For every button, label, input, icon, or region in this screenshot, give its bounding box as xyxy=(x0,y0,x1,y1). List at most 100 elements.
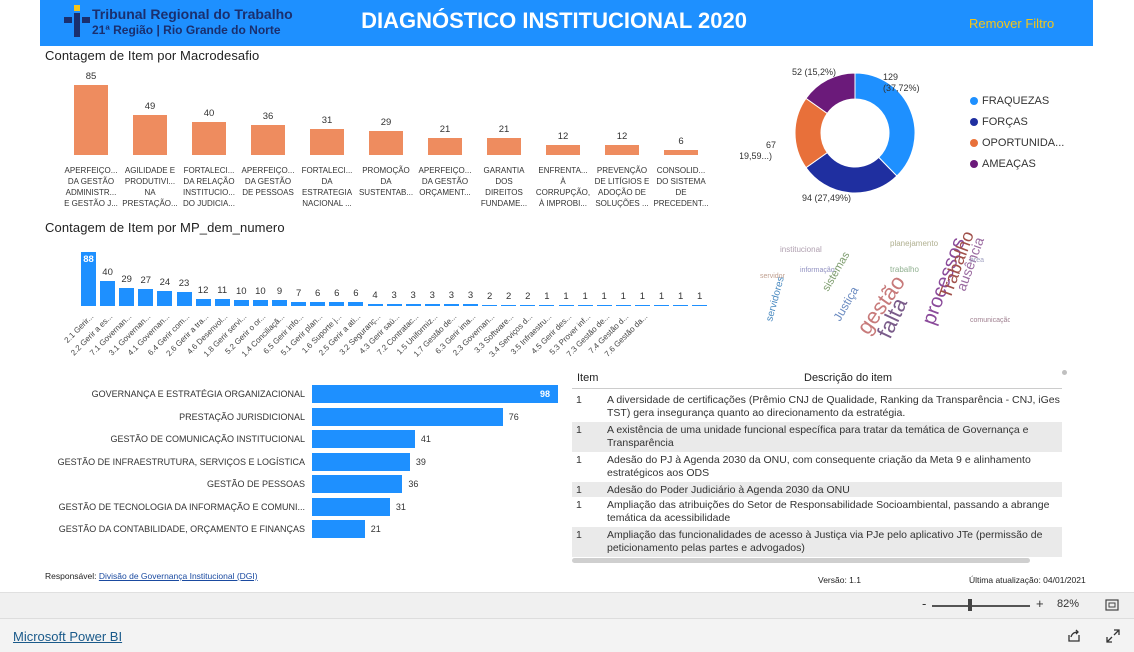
area-bar[interactable] xyxy=(312,520,365,538)
macro-bar[interactable] xyxy=(487,137,521,155)
area-label: GESTÃO DA CONTABILIDADE, ORÇAMENTO E FIN… xyxy=(58,524,305,534)
powerbi-link[interactable]: Microsoft Power BI xyxy=(13,629,122,644)
legend-item[interactable]: OPORTUNIDA... xyxy=(970,137,1064,149)
table-row[interactable]: 1 A diversidade de certificações (Prêmio … xyxy=(572,392,1062,422)
macro-bar[interactable] xyxy=(546,145,580,155)
fullscreen-icon[interactable] xyxy=(1106,629,1120,643)
table-header-item[interactable]: Item xyxy=(577,372,598,384)
table-row[interactable]: 1 Adesão do PJ à Agenda 2030 da ONU, com … xyxy=(572,452,1062,482)
table-cell-desc: A existência de uma unidade funcional es… xyxy=(607,424,1029,449)
macro-bar-value: 85 xyxy=(85,71,97,82)
mp-bar[interactable] xyxy=(634,304,650,306)
mp-bar[interactable] xyxy=(463,304,478,306)
mp-bar[interactable] xyxy=(252,299,268,306)
table-cell-desc: Adesão do PJ à Agenda 2030 da ONU, com c… xyxy=(607,454,1031,479)
area-bar[interactable] xyxy=(312,497,390,516)
area-bar[interactable] xyxy=(312,452,410,471)
mp-bar[interactable] xyxy=(615,304,631,306)
table-cell-item: 1 xyxy=(576,394,582,406)
macro-bar[interactable] xyxy=(428,137,462,155)
zoom-slider-handle[interactable] xyxy=(968,599,972,611)
mp-bar[interactable] xyxy=(291,301,307,306)
table-row[interactable]: 1 Ampliação das atribuições do Setor de R… xyxy=(572,497,1062,527)
macro-bar-value: 12 xyxy=(616,131,628,143)
table-horizontal-scrollbar[interactable] xyxy=(572,558,1030,563)
mp-bar[interactable] xyxy=(386,304,402,306)
area-label: GESTÃO DE TECNOLOGIA DA INFORMAÇÃO E COM… xyxy=(58,501,305,512)
mp-bar[interactable] xyxy=(539,304,555,306)
table-cell-desc: Ampliação das atribuições do Setor de Re… xyxy=(607,499,1050,524)
mp-bar[interactable] xyxy=(348,302,364,306)
responsavel-text: Responsável: Divisão de Governança Insti… xyxy=(45,571,258,581)
remove-filter-button[interactable]: Remover Filtro xyxy=(969,16,1054,31)
macro-bar[interactable] xyxy=(133,114,167,155)
zoom-out-button[interactable]: - xyxy=(922,596,926,611)
wordcloud-word: área xyxy=(970,257,984,264)
area-bar[interactable] xyxy=(312,475,403,493)
macro-bar[interactable] xyxy=(192,122,226,155)
legend-item[interactable]: AMEAÇAS xyxy=(970,158,1036,170)
mp-bar[interactable] xyxy=(214,299,230,306)
mp-bar[interactable] xyxy=(405,304,421,306)
swot-donut-chart: 129(37,72%) 94 (27,49%) 67(19,59...) 52 (15… xyxy=(740,67,920,203)
macro-bar[interactable] xyxy=(369,131,403,155)
mp-bar[interactable] xyxy=(596,304,612,306)
area-bar[interactable] xyxy=(312,385,558,403)
mp-bar[interactable] xyxy=(501,304,517,306)
share-icon[interactable] xyxy=(1067,629,1081,643)
table-row[interactable]: 1 Ampliação das funcionalidades de acesso… xyxy=(572,527,1062,557)
mp-bar[interactable] xyxy=(157,291,173,306)
zoom-slider[interactable] xyxy=(932,605,1030,607)
mp-bar[interactable] xyxy=(424,304,440,306)
area-bar-value: 31 xyxy=(395,501,406,512)
mp-bar[interactable] xyxy=(558,304,574,306)
powerbi-footer: Microsoft Power BI xyxy=(0,618,1134,652)
legend-label: OPORTUNIDA... xyxy=(982,137,1065,149)
mp-bar[interactable] xyxy=(654,304,669,306)
macro-bar[interactable] xyxy=(310,129,344,155)
zoom-in-button[interactable]: + xyxy=(1036,596,1044,611)
donut-data-label: 52 (15,2%) xyxy=(792,67,836,77)
area-bar[interactable] xyxy=(312,430,415,448)
table-cell-item: 1 xyxy=(576,454,582,466)
mp-bar[interactable] xyxy=(233,299,249,306)
mp-bar[interactable] xyxy=(272,300,287,306)
macro-bar[interactable] xyxy=(664,150,698,155)
area-bar[interactable] xyxy=(312,407,503,426)
mp-bar[interactable] xyxy=(520,304,536,306)
macro-bar[interactable] xyxy=(605,145,639,155)
mp-bar[interactable] xyxy=(329,302,345,306)
responsavel-link[interactable]: Divisão de Governança Institucional (DGI… xyxy=(99,571,258,581)
legend-item[interactable]: FORÇAS xyxy=(970,116,1028,128)
wordcloud-word: informação xyxy=(800,267,835,274)
macro-bar-value: 31 xyxy=(321,115,333,127)
mp-bar[interactable] xyxy=(673,304,689,306)
mp-bar[interactable] xyxy=(482,304,498,306)
macro-category-label: PROMOÇÃO DA SUSTENTAB... xyxy=(358,166,414,197)
mp-bar[interactable] xyxy=(119,288,135,306)
mp-bar[interactable] xyxy=(692,304,708,306)
macro-bar-value: 36 xyxy=(262,111,274,123)
macro-bar[interactable] xyxy=(251,125,285,155)
chart1-title: Contagem de Item por Macrodesafio xyxy=(45,48,260,63)
legend-dot-icon xyxy=(970,97,978,106)
mp-bar[interactable] xyxy=(195,298,211,306)
macro-category-label: GARANTIA DOS DIREITOS FUNDAME... xyxy=(480,166,528,208)
mp-bar[interactable] xyxy=(138,289,154,306)
wordcloud-word: institucional xyxy=(780,245,822,254)
macro-bar-value: 21 xyxy=(439,123,451,135)
table-vertical-scrollbar[interactable] xyxy=(1062,370,1067,375)
table-row[interactable]: 1 Adesão do Poder Judiciário à Agenda 203… xyxy=(572,482,1062,497)
table-row[interactable]: 1 A existência de uma unidade funcional e… xyxy=(572,422,1062,452)
table-header-desc[interactable]: Descrição do item xyxy=(804,372,892,384)
fit-to-page-icon[interactable] xyxy=(1105,599,1119,611)
legend-item[interactable]: FRAQUEZAS xyxy=(970,95,1049,107)
macro-bar[interactable] xyxy=(74,85,108,155)
mp-bar[interactable] xyxy=(443,304,459,306)
zoom-bar: - + 82% xyxy=(0,592,1134,618)
area-bar-value: 76 xyxy=(508,411,519,422)
mp-bar[interactable] xyxy=(310,302,326,306)
mp-bar[interactable] xyxy=(577,304,593,306)
macro-category-label: APERFEIÇO... DA GESTÃO ADMINISTR... E GE… xyxy=(64,166,118,208)
mp-bar[interactable] xyxy=(367,303,383,306)
